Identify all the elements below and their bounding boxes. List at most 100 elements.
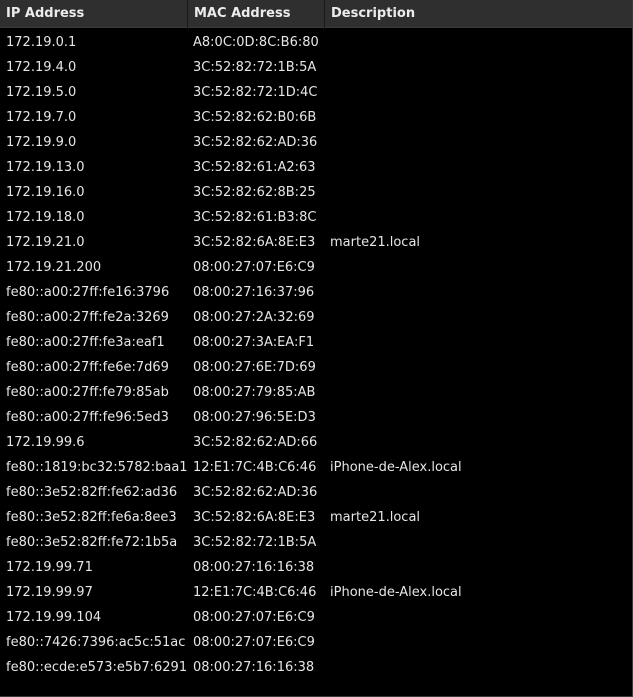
mac-address-cell: 08:00:27:3A:EA:F1 [193, 335, 315, 350]
column-header-mac-address[interactable]: MAC Address [188, 0, 325, 28]
description-cell [325, 655, 632, 680]
table-row[interactable]: 172.19.7.0 3C:52:82:62:B0:6B [0, 105, 632, 130]
table-row[interactable]: fe80::7426:7396:ac5c:51ac 08:00:27:07:E6:… [0, 630, 632, 655]
ip-address-cell: 172.19.13.0 [6, 160, 85, 175]
ip-address-cell: fe80::3e52:82ff:fe62:ad36 [6, 485, 178, 500]
description-cell [325, 280, 632, 305]
description-cell [325, 155, 632, 180]
description-cell [325, 405, 632, 430]
ip-address-cell: 172.19.7.0 [6, 110, 77, 125]
table-row[interactable]: fe80::3e52:82ff:fe72:1b5a 3C:52:82:72:1B:… [0, 530, 632, 555]
table-row[interactable]: 172.19.0.1 A8:0C:0D:8C:B6:80 [0, 30, 632, 55]
ip-address-cell: fe80::3e52:82ff:fe72:1b5a [6, 535, 178, 550]
mac-address-cell: 3C:52:82:62:AD:36 [193, 485, 318, 500]
description-cell [325, 630, 632, 655]
mac-address-cell: 08:00:27:16:37:96 [193, 285, 315, 300]
table-row[interactable]: fe80::3e52:82ff:fe62:ad36 3C:52:82:62:AD:… [0, 480, 632, 505]
table-row[interactable]: fe80::ecde:e573:e5b7:6291 08:00:27:16:16:… [0, 655, 632, 680]
description-cell [325, 355, 632, 380]
mac-address-cell: 12:E1:7C:4B:C6:46 [193, 460, 317, 475]
table-row[interactable]: fe80::3e52:82ff:fe6a:8ee3 3C:52:82:6A:8E:… [0, 505, 632, 530]
ip-address-cell: fe80::3e52:82ff:fe6a:8ee3 [6, 510, 177, 525]
table-row[interactable]: 172.19.99.71 08:00:27:16:16:38 [0, 555, 632, 580]
description-cell [325, 530, 632, 555]
mac-address-cell: 3C:52:82:62:B0:6B [193, 110, 317, 125]
ip-address-cell: 172.19.99.71 [6, 560, 93, 575]
ip-address-cell: 172.19.99.6 [6, 435, 85, 450]
mac-address-cell: A8:0C:0D:8C:B6:80 [193, 35, 319, 50]
ip-address-cell: 172.19.21.0 [6, 235, 85, 250]
mac-address-cell: 3C:52:82:62:AD:66 [193, 435, 318, 450]
table-row[interactable]: 172.19.5.0 3C:52:82:72:1D:4C [0, 80, 632, 105]
mac-address-cell: 3C:52:82:62:8B:25 [193, 185, 316, 200]
mac-address-cell: 3C:52:82:72:1D:4C [193, 85, 318, 100]
table-row[interactable]: 172.19.16.0 3C:52:82:62:8B:25 [0, 180, 632, 205]
description-cell [325, 255, 632, 280]
ip-address-cell: fe80::a00:27ff:fe16:3796 [6, 285, 170, 300]
mac-address-cell: 08:00:27:07:E6:C9 [193, 610, 315, 625]
description-cell [325, 305, 632, 330]
ip-address-cell: fe80::a00:27ff:fe6e:7d69 [6, 360, 169, 375]
table-row[interactable]: fe80::a00:27ff:fe79:85ab 08:00:27:79:85:A… [0, 380, 632, 405]
table-row[interactable]: 172.19.4.0 3C:52:82:72:1B:5A [0, 55, 632, 80]
description-cell [325, 30, 632, 55]
table-row[interactable]: 172.19.9.0 3C:52:82:62:AD:36 [0, 130, 632, 155]
ip-address-cell: 172.19.18.0 [6, 210, 85, 225]
table-row[interactable]: 172.19.99.97 12:E1:7C:4B:C6:46 iPhone-de-A… [0, 580, 632, 605]
ip-address-cell: 172.19.4.0 [6, 60, 77, 75]
mac-address-cell: 3C:52:82:6A:8E:E3 [193, 235, 316, 250]
mac-address-cell: 08:00:27:79:85:AB [193, 385, 316, 400]
mac-address-cell: 08:00:27:16:16:38 [193, 660, 315, 675]
mac-address-cell: 08:00:27:6E:7D:69 [193, 360, 316, 375]
mac-address-cell: 3C:52:82:6A:8E:E3 [193, 510, 316, 525]
table-row[interactable]: 172.19.99.6 3C:52:82:62:AD:66 [0, 430, 632, 455]
table-row[interactable]: 172.19.21.200 08:00:27:07:E6:C9 [0, 255, 632, 280]
mac-address-cell: 3C:52:82:61:A2:63 [193, 160, 316, 175]
table-row[interactable]: fe80::1819:bc32:5782:baa1 12:E1:7C:4B:C6:… [0, 455, 632, 480]
description-cell [325, 80, 632, 105]
table-row[interactable]: fe80::a00:27ff:fe3a:eaf1 08:00:27:3A:EA:F… [0, 330, 632, 355]
description-cell [325, 180, 632, 205]
mac-address-cell: 08:00:27:16:16:38 [193, 560, 315, 575]
ip-address-cell: 172.19.5.0 [6, 85, 77, 100]
table-row[interactable]: fe80::a00:27ff:fe96:5ed3 08:00:27:96:5E:D… [0, 405, 632, 430]
ip-address-cell: fe80::a00:27ff:fe3a:eaf1 [6, 335, 165, 350]
column-header-description[interactable]: Description [325, 0, 632, 28]
column-header-ip-address[interactable]: IP Address [0, 0, 188, 28]
description-cell [325, 130, 632, 155]
description-cell [325, 605, 632, 630]
ip-address-cell: 172.19.16.0 [6, 185, 85, 200]
ip-address-cell: fe80::a00:27ff:fe96:5ed3 [6, 410, 169, 425]
mac-address-cell: 08:00:27:2A:32:69 [193, 310, 315, 325]
description-cell: iPhone-de-Alex.local [330, 460, 462, 475]
mac-address-cell: 08:00:27:96:5E:D3 [193, 410, 316, 425]
description-cell: marte21.local [330, 235, 421, 250]
description-cell [325, 480, 632, 505]
ip-address-cell: fe80::a00:27ff:fe79:85ab [6, 385, 169, 400]
description-cell [325, 330, 632, 355]
table-row[interactable]: 172.19.21.0 3C:52:82:6A:8E:E3 marte21.loca… [0, 230, 632, 255]
hosts-table: IP Address MAC Address Description 172.1… [0, 0, 633, 697]
description-cell [325, 105, 632, 130]
table-row[interactable]: fe80::a00:27ff:fe16:3796 08:00:27:16:37:9… [0, 280, 632, 305]
ip-address-cell: 172.19.99.104 [6, 610, 102, 625]
table-header: IP Address MAC Address Description [0, 0, 632, 28]
ip-address-cell: fe80::ecde:e573:e5b7:6291 [6, 660, 188, 675]
description-cell [325, 55, 632, 80]
ip-address-cell: fe80::1819:bc32:5782:baa1 [6, 460, 188, 475]
mac-address-cell: 12:E1:7C:4B:C6:46 [193, 585, 317, 600]
mac-address-cell: 3C:52:82:72:1B:5A [193, 60, 317, 75]
table-row[interactable]: fe80::a00:27ff:fe6e:7d69 08:00:27:6E:7D:6… [0, 355, 632, 380]
mac-address-cell: 3C:52:82:72:1B:5A [193, 535, 317, 550]
description-cell [325, 430, 632, 455]
description-cell: marte21.local [330, 510, 421, 525]
description-cell [325, 205, 632, 230]
table-row[interactable]: 172.19.99.104 08:00:27:07:E6:C9 [0, 605, 632, 630]
ip-address-cell: 172.19.21.200 [6, 260, 102, 275]
mac-address-cell: 08:00:27:07:E6:C9 [193, 635, 315, 650]
table-row[interactable]: fe80::a00:27ff:fe2a:3269 08:00:27:2A:32:6… [0, 305, 632, 330]
table-row[interactable]: 172.19.13.0 3C:52:82:61:A2:63 [0, 155, 632, 180]
mac-address-cell: 08:00:27:07:E6:C9 [193, 260, 315, 275]
table-row[interactable]: 172.19.18.0 3C:52:82:61:B3:8C [0, 205, 632, 230]
description-cell [325, 555, 632, 580]
